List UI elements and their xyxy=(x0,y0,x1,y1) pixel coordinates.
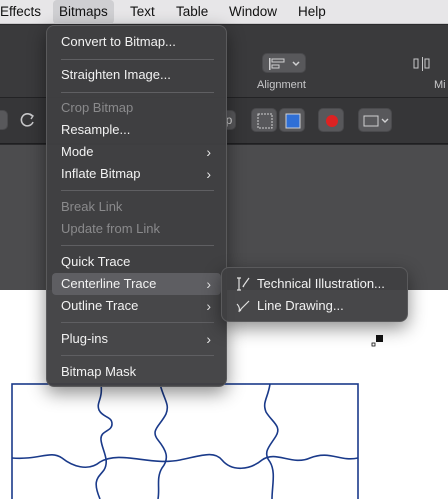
resample-label: Resample... xyxy=(61,122,131,137)
chevron-right-icon: › xyxy=(206,331,211,347)
plug-ins-label: Plug-ins xyxy=(61,331,108,346)
alignment-button[interactable] xyxy=(262,53,306,73)
menu-window[interactable]: Window xyxy=(223,0,283,24)
update-from-link-item: Update from Link xyxy=(52,218,221,240)
menu-separator xyxy=(61,245,214,246)
break-link-item: Break Link xyxy=(52,196,221,218)
menu-text[interactable]: Text xyxy=(124,0,161,24)
convert-to-bitmap-item[interactable]: Convert to Bitmap... xyxy=(52,31,221,53)
menu-separator xyxy=(61,92,214,93)
distribute-icon[interactable] xyxy=(413,57,431,76)
outline-trace-label: Outline Trace xyxy=(61,298,139,313)
straighten-image-item[interactable]: Straighten Image... xyxy=(52,64,221,86)
mode-item[interactable]: Mode › xyxy=(52,141,221,163)
menu-table[interactable]: Table xyxy=(170,0,214,24)
update-link-label: Update from Link xyxy=(61,221,160,236)
redo-icon[interactable] xyxy=(20,112,36,133)
bitmap-mask-item[interactable]: Bitmap Mask xyxy=(52,361,221,383)
bitmap-mask-label: Bitmap Mask xyxy=(61,364,137,379)
centerline-trace-item[interactable]: Centerline Trace › xyxy=(52,273,221,295)
bitmaps-menu: Convert to Bitmap... Straighten Image...… xyxy=(46,25,227,387)
menu-separator xyxy=(61,322,214,323)
red-circle-icon xyxy=(326,115,338,127)
crop-bitmap-item: Crop Bitmap xyxy=(52,97,221,119)
crop-frame-button[interactable] xyxy=(251,108,277,132)
menu-separator xyxy=(61,190,214,191)
centerline-trace-submenu: Technical Illustration... Line Drawing..… xyxy=(221,267,408,322)
technical-illustration-item[interactable]: Technical Illustration... xyxy=(230,273,402,295)
menu-bar: Effects Bitmaps Text Table Window Help xyxy=(0,0,448,24)
fill-frame-button[interactable] xyxy=(279,108,305,132)
align-left-icon xyxy=(269,58,300,70)
partial-toolbar-label: Mi xyxy=(434,79,446,91)
break-link-label: Break Link xyxy=(61,199,123,214)
crop-label: Crop Bitmap xyxy=(61,100,134,115)
text-wrap-icon xyxy=(363,115,389,127)
chevron-right-icon: › xyxy=(206,166,211,182)
line-drawing-item[interactable]: Line Drawing... xyxy=(230,295,402,317)
mode-label: Mode xyxy=(61,144,94,159)
menu-help[interactable]: Help xyxy=(292,0,332,24)
inflate-bitmap-item[interactable]: Inflate Bitmap › xyxy=(52,163,221,185)
crop-frame-icon xyxy=(257,113,273,129)
selection-handle-small[interactable] xyxy=(371,342,376,347)
menu-bitmaps[interactable]: Bitmaps xyxy=(53,0,114,24)
chevron-right-icon: › xyxy=(206,144,211,160)
chevron-right-icon: › xyxy=(206,276,211,292)
selection-handle[interactable] xyxy=(376,335,383,342)
line-drawing-icon xyxy=(236,300,250,313)
fill-frame-icon xyxy=(285,113,301,129)
menu-separator xyxy=(61,59,214,60)
technical-illustration-label: Technical Illustration... xyxy=(257,276,385,291)
color-button[interactable] xyxy=(318,108,344,132)
technical-illustration-icon xyxy=(237,277,250,291)
outline-trace-item[interactable]: Outline Trace › xyxy=(52,295,221,317)
line-drawing-label: Line Drawing... xyxy=(257,298,344,313)
partial-button[interactable] xyxy=(0,110,8,130)
resample-item[interactable]: Resample... xyxy=(52,119,221,141)
quick-trace-item[interactable]: Quick Trace xyxy=(52,251,221,273)
plug-ins-item[interactable]: Plug-ins › xyxy=(52,328,221,350)
centerline-trace-label: Centerline Trace xyxy=(61,276,157,291)
chevron-right-icon: › xyxy=(206,298,211,314)
convert-label: Convert to Bitmap... xyxy=(61,34,176,49)
straighten-label: Straighten Image... xyxy=(61,67,171,82)
inflate-label: Inflate Bitmap xyxy=(61,166,141,181)
menu-effects[interactable]: Effects xyxy=(0,0,47,24)
alignment-label: Alignment xyxy=(257,79,306,91)
wrap-options-button[interactable] xyxy=(358,108,392,132)
quick-trace-label: Quick Trace xyxy=(61,254,131,269)
menu-separator xyxy=(61,355,214,356)
